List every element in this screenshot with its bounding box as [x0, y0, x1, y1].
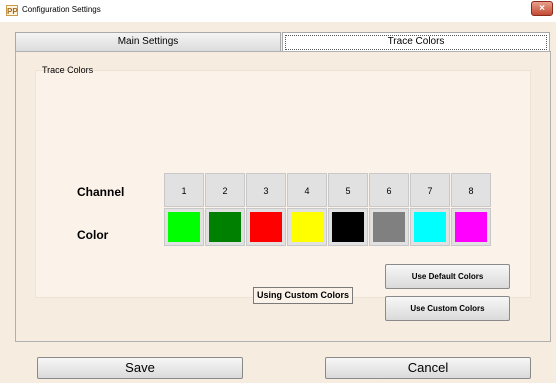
- color-cell-7[interactable]: [410, 208, 450, 246]
- use-custom-colors-button[interactable]: Use Custom Colors: [385, 296, 510, 321]
- color-cell-2[interactable]: [205, 208, 245, 246]
- tab-strip: Main Settings Trace Colors: [15, 32, 551, 52]
- color-swatch-2: [209, 212, 241, 242]
- trace-colors-group: Trace Colors Channel Color 12345678 Usin…: [35, 65, 531, 321]
- color-cell-8[interactable]: [451, 208, 491, 246]
- color-cell-1[interactable]: [164, 208, 204, 246]
- color-cell-5[interactable]: [328, 208, 368, 246]
- color-swatch-7: [414, 212, 446, 242]
- color-swatch-4: [291, 212, 323, 242]
- color-cell-4[interactable]: [287, 208, 327, 246]
- tab-trace-colors[interactable]: Trace Colors: [282, 32, 550, 51]
- color-swatch-8: [455, 212, 487, 242]
- title-bar: PP Configuration Settings ×: [0, 0, 556, 22]
- channel-header-2: 2: [205, 173, 245, 207]
- channel-header-1: 1: [164, 173, 204, 207]
- cancel-button[interactable]: Cancel: [325, 357, 531, 379]
- close-button[interactable]: ×: [531, 1, 553, 16]
- channel-header-6: 6: [369, 173, 409, 207]
- color-cell-3[interactable]: [246, 208, 286, 246]
- color-cell-6[interactable]: [369, 208, 409, 246]
- color-swatch-1: [168, 212, 200, 242]
- color-row-label: Color: [77, 228, 109, 242]
- use-default-colors-button[interactable]: Use Default Colors: [385, 264, 510, 289]
- save-button[interactable]: Save: [37, 357, 243, 379]
- color-swatch-5: [332, 212, 364, 242]
- color-swatch-6: [373, 212, 405, 242]
- channel-row-label: Channel: [77, 185, 125, 199]
- channel-header-4: 4: [287, 173, 327, 207]
- client-area: Main Settings Trace Colors Trace Colors …: [0, 22, 556, 383]
- channel-header-7: 7: [410, 173, 450, 207]
- app-icon: PP: [6, 5, 18, 16]
- color-mode-status: Using Custom Colors: [253, 287, 354, 304]
- channel-header-8: 8: [451, 173, 491, 207]
- group-title: Trace Colors: [42, 65, 94, 75]
- tab-main-settings[interactable]: Main Settings: [15, 32, 281, 51]
- tab-panel-trace-colors: Trace Colors Channel Color 12345678 Usin…: [15, 51, 551, 342]
- channel-header-3: 3: [246, 173, 286, 207]
- tab-focus-rectangle: [285, 35, 547, 50]
- configuration-window: PP Configuration Settings × Main Setting…: [0, 0, 556, 383]
- color-swatch-3: [250, 212, 282, 242]
- channel-header-5: 5: [328, 173, 368, 207]
- window-title: Configuration Settings: [22, 5, 101, 14]
